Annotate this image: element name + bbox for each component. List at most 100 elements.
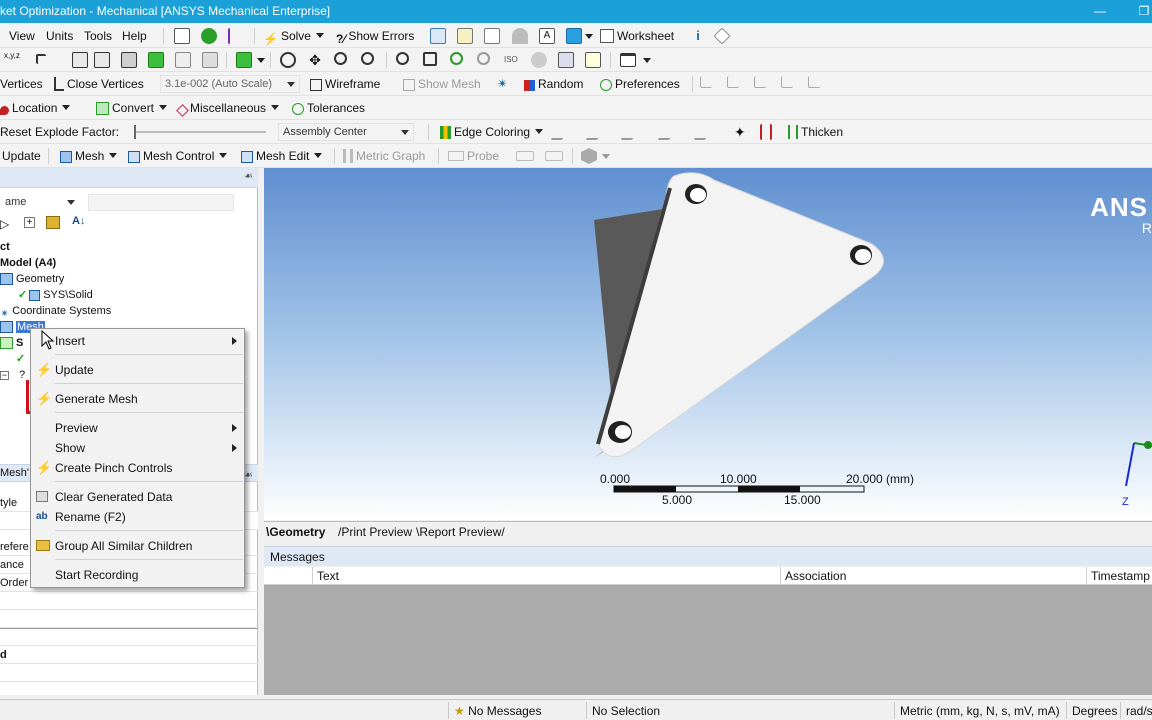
menu-item-insert[interactable]: Insert [31,330,244,352]
messages-list[interactable] [264,585,1152,695]
worksheet-button[interactable]: Worksheet [600,27,674,45]
tree-static-structural[interactable]: S [0,335,23,351]
expand-all-icon[interactable]: + [24,217,35,228]
explode-slider-handle[interactable] [134,125,136,139]
max-icon[interactable] [516,151,534,161]
edge-coloring-button[interactable]: Edge Coloring [440,123,544,141]
menu-item-start-recording[interactable]: Start Recording [31,564,244,586]
show-mesh-button[interactable]: Show Mesh [403,75,481,93]
tree-analysis-settings[interactable]: ✓ [16,351,25,367]
column-text[interactable]: Text [312,567,780,585]
annotation-1-icon[interactable] [700,76,712,88]
menu-tools[interactable]: Tools [84,27,112,45]
tree-model[interactable]: Model (A4) [0,255,56,271]
rotate-icon[interactable] [280,52,296,68]
mesh-edit-button[interactable]: Mesh Edit [241,147,323,165]
tree-icon[interactable] [430,28,446,44]
annotation-3-icon[interactable] [754,76,766,88]
probe-button[interactable]: Probe [448,147,499,165]
miscellaneous-button[interactable]: Miscellaneous [176,99,280,117]
mesh-control-button[interactable]: Mesh Control [128,147,228,165]
menu-units[interactable]: Units [46,27,73,45]
scale-combo[interactable]: 3.1e-002 (Auto Scale) [160,75,300,93]
select-vertex-icon[interactable] [72,52,88,68]
info-icon[interactable]: i [690,28,706,44]
tab-geometry[interactable]: \Geometry [266,524,325,540]
assembly-center-combo[interactable]: Assembly Center [278,123,414,141]
menu-item-generate-mesh[interactable]: ⚡ Generate Mesh [31,388,244,410]
grid-icon[interactable] [484,28,500,44]
annotation-a-icon[interactable]: A [539,28,555,44]
details-pin-icon[interactable]: ☙ [244,467,253,484]
zoom-to-icon[interactable] [450,52,463,65]
tree-search-input[interactable] [88,194,234,211]
tree-solid[interactable]: ✓ SYS\Solid [18,287,93,303]
collapse-icon[interactable]: ▷ [0,217,9,231]
random-colors-button[interactable]: Random [524,75,583,93]
viewport-icon[interactable] [620,53,636,67]
edge-style-4-icon[interactable] [657,124,679,140]
zoom-icon[interactable] [334,52,347,65]
mesh-button[interactable]: Mesh [60,147,118,165]
minimize-button[interactable]: — [1080,0,1120,23]
sort-icon[interactable]: A↓ [72,215,85,227]
tab-print-preview[interactable]: /Print Preview [338,524,412,540]
show-errors-button[interactable]: ?⁄ Show Errors [336,27,414,46]
menu-item-update[interactable]: ⚡ Update [31,359,244,381]
status-rad[interactable]: rad/s [1126,703,1152,719]
wireframe-button[interactable]: Wireframe [310,75,380,93]
folder-icon[interactable] [46,216,60,229]
select-element-icon[interactable] [202,52,218,68]
pan-icon[interactable]: ✥ [307,52,323,68]
xyz-icon[interactable]: x,y,z [4,51,20,69]
select-body-icon[interactable] [148,52,164,68]
previous-view-icon[interactable] [531,52,547,68]
min-icon[interactable] [545,151,563,161]
menu-item-rename[interactable]: ab Rename (F2) [31,506,244,528]
zoom-window-icon[interactable] [423,52,437,66]
maximize-button[interactable]: ❐ [1124,0,1152,23]
location-button[interactable]: Location [0,99,71,117]
tab-report-preview[interactable]: \Report Preview/ [416,524,505,540]
column-association[interactable]: Association [780,567,1086,585]
tree-project[interactable]: ct [0,239,10,255]
select-face-icon[interactable] [121,52,137,68]
tag-icon[interactable] [713,27,731,45]
thicken-marker-icon[interactable] [760,124,772,140]
edge-style-2-icon[interactable] [585,124,607,140]
magnifier-icon[interactable] [477,52,490,65]
abc-icon[interactable] [457,28,473,44]
next-view-icon[interactable] [558,52,574,68]
menu-item-show[interactable]: Show [31,437,244,459]
lock-view-icon[interactable] [585,52,601,68]
tree-solution[interactable]: −? [0,367,25,383]
details-row-d[interactable]: d [0,646,258,664]
tree-geometry[interactable]: Geometry [0,271,64,287]
vertices-label[interactable]: Vertices [0,75,43,93]
reset-button[interactable]: Reset [0,123,31,141]
menu-item-clear-generated-data[interactable]: Clear Generated Data [31,486,244,508]
tree-coordinate-systems[interactable]: ✴ Coordinate Systems [0,303,111,320]
command-icon[interactable] [174,28,190,44]
menu-item-group-all-similar-children[interactable]: Group All Similar Children [31,535,244,557]
select-node-icon[interactable] [175,52,191,68]
edge-style-1-icon[interactable] [550,124,572,140]
zoom-box-icon[interactable] [361,52,374,65]
edge-style-3-icon[interactable] [620,124,642,140]
zoom-fit-icon[interactable] [396,52,409,65]
branch-icon[interactable] [228,28,244,44]
image-icon[interactable] [566,28,582,44]
extend-icon[interactable] [236,52,252,68]
column-timestamp[interactable]: Timestamp [1086,567,1152,585]
convert-button[interactable]: Convert [96,99,168,117]
annotation-5-icon[interactable] [808,76,820,88]
bracket-model[interactable] [264,168,1152,520]
select-edge-icon[interactable] [94,52,110,68]
shape-icon[interactable] [512,28,528,44]
name-filter-combo[interactable]: ame [0,193,80,211]
pin-icon[interactable]: ✦ [734,124,750,140]
graphics-viewport[interactable]: ANS R 0.000 10.000 20.000 (mm) 5.000 15.… [264,168,1152,520]
menu-help[interactable]: Help [122,27,147,45]
check-icon[interactable] [201,28,217,44]
hexagon-icon[interactable] [581,148,597,164]
